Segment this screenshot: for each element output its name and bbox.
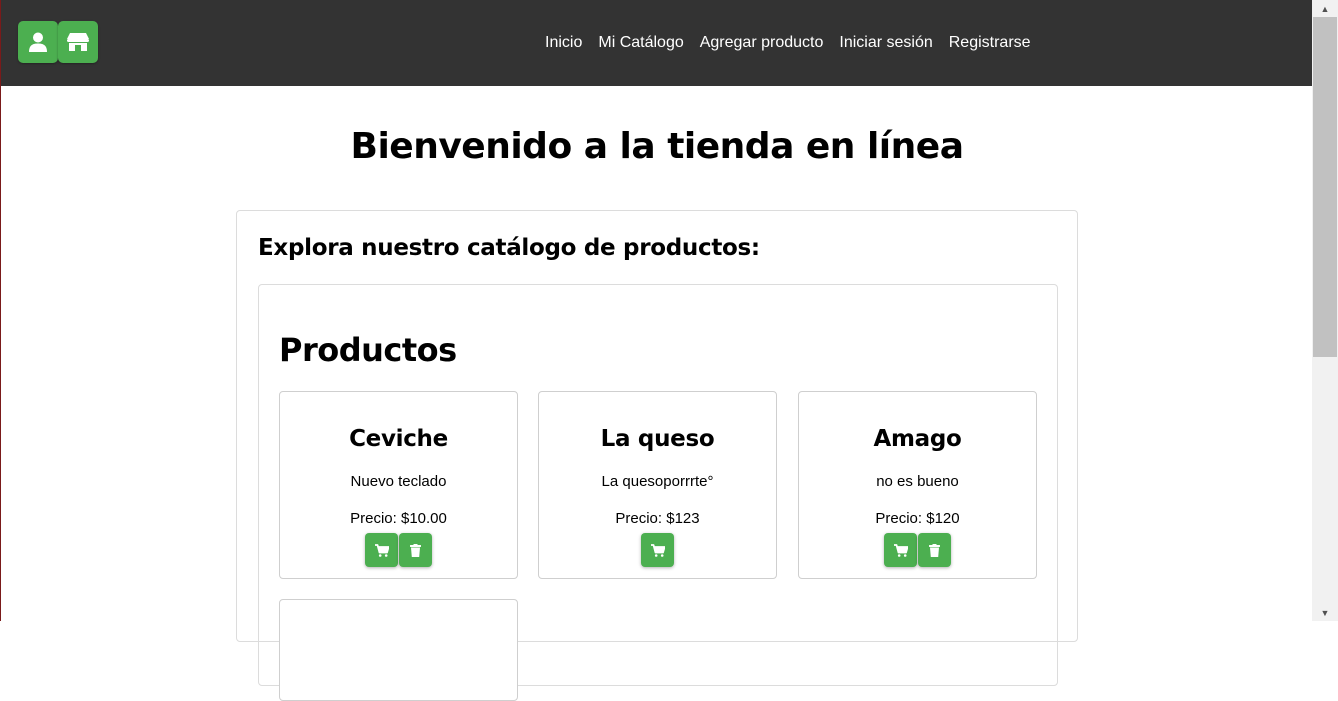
- product-price: Precio: $10.00: [350, 510, 447, 527]
- product-description: La quesoporrrte°: [601, 473, 714, 490]
- product-name: Ceviche: [349, 426, 448, 452]
- add-to-cart-button[interactable]: [641, 533, 674, 567]
- user-icon: [29, 32, 47, 52]
- delete-button[interactable]: [399, 533, 432, 567]
- product-actions: [799, 533, 1036, 567]
- store-button[interactable]: [58, 21, 98, 63]
- product-card: Ceviche Nuevo teclado Precio: $10.00: [279, 391, 518, 579]
- products-panel: Productos Ceviche Nuevo teclado Precio: …: [258, 284, 1058, 701]
- product-name: La queso: [600, 426, 715, 452]
- nav-link-agregar-producto[interactable]: Agregar producto: [700, 34, 824, 52]
- user-button[interactable]: [18, 21, 58, 63]
- store-icon: [67, 33, 89, 51]
- product-actions: [280, 533, 517, 567]
- navbar: Inicio Mi Catálogo Agregar producto Inic…: [1, 0, 1312, 86]
- product-description: no es bueno: [876, 473, 959, 490]
- nav-links: Inicio Mi Catálogo Agregar producto Inic…: [545, 34, 1031, 52]
- product-actions: [539, 533, 776, 567]
- product-card: Amago no es bueno Precio: $120: [798, 391, 1037, 579]
- delete-button[interactable]: [918, 533, 951, 567]
- trash-icon: [410, 543, 421, 557]
- scroll-down-arrow-icon[interactable]: ▼: [1312, 604, 1338, 621]
- cart-icon: [893, 543, 908, 557]
- page-title: Bienvenido a la tienda en línea: [350, 126, 965, 167]
- catalog-heading: Explora nuestro catálogo de productos:: [258, 235, 760, 261]
- nav-link-mi-catalogo[interactable]: Mi Catálogo: [598, 34, 683, 52]
- product-price: Precio: $123: [615, 510, 700, 527]
- add-to-cart-button[interactable]: [884, 533, 917, 567]
- catalog-card: Explora nuestro catálogo de productos: P…: [236, 210, 1078, 701]
- cart-icon: [650, 543, 665, 557]
- product-description: Nuevo teclado: [350, 473, 447, 490]
- product-name: Amago: [873, 426, 962, 452]
- product-card: La queso La quesoporrrte° Precio: $123: [538, 391, 777, 579]
- nav-link-inicio[interactable]: Inicio: [545, 34, 582, 52]
- trash-icon: [929, 543, 940, 557]
- scrollbar-thumb[interactable]: [1313, 17, 1337, 357]
- add-to-cart-button[interactable]: [365, 533, 398, 567]
- window-border: [0, 0, 1, 621]
- nav-link-iniciar-sesion[interactable]: Iniciar sesión: [839, 34, 932, 52]
- scroll-up-arrow-icon[interactable]: ▲: [1312, 0, 1338, 17]
- cart-icon: [374, 543, 389, 557]
- products-heading: Productos: [279, 331, 457, 369]
- vertical-scrollbar[interactable]: ▲ ▼: [1312, 0, 1338, 621]
- nav-link-registrarse[interactable]: Registrarse: [949, 34, 1031, 52]
- product-card: [279, 599, 518, 701]
- product-price: Precio: $120: [875, 510, 960, 527]
